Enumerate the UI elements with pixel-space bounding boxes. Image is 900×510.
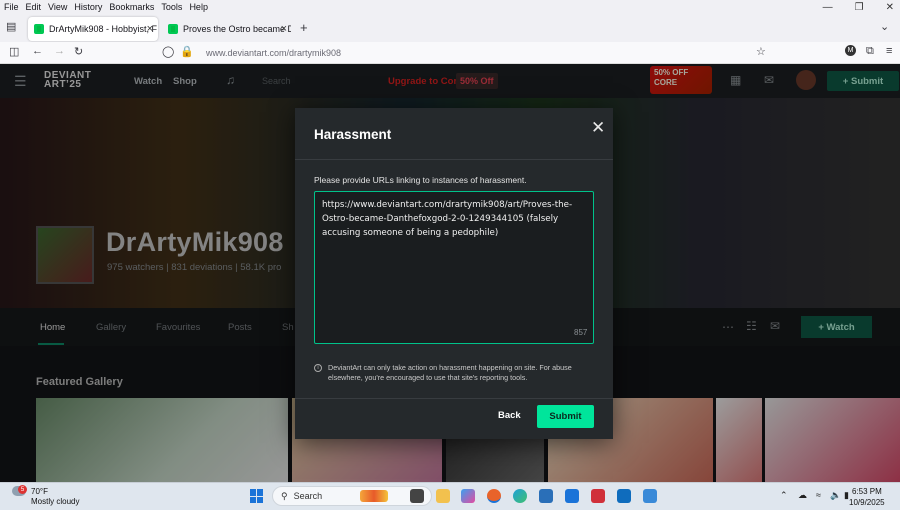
windows-start-icon[interactable]: [250, 489, 264, 503]
restore-icon[interactable]: ❐: [855, 2, 864, 13]
deviantart-favicon: [168, 24, 178, 34]
volume-icon[interactable]: 🔈: [830, 490, 841, 501]
taskbar-search-label: Search: [293, 491, 323, 501]
tab-list-icon[interactable]: ▤: [6, 20, 16, 33]
outlook-icon[interactable]: [617, 489, 631, 503]
menu-bookmarks[interactable]: Bookmarks: [109, 2, 154, 12]
chevron-down-icon[interactable]: ⌄: [880, 20, 889, 33]
store-icon[interactable]: [539, 489, 553, 503]
url-bar[interactable]: www.deviantart.com/drartymik908: [196, 44, 774, 62]
menu-file[interactable]: File: [4, 2, 19, 12]
weather-description[interactable]: Mostly cloudy: [31, 497, 79, 506]
minimize-icon[interactable]: —: [823, 2, 833, 13]
tab-close-icon[interactable]: ×: [147, 23, 153, 35]
file-explorer-icon[interactable]: [436, 489, 450, 503]
browser-menu-bar: File Edit View History Bookmarks Tools H…: [0, 0, 900, 14]
harassment-report-dialog: Harassment ✕ Please provide URLs linking…: [295, 108, 613, 439]
menu-tools[interactable]: Tools: [161, 2, 182, 12]
copilot-icon[interactable]: [461, 489, 475, 503]
tab-art[interactable]: Proves the Ostro became Danth ×: [162, 17, 292, 41]
url-text: www.deviantart.com/drartymik908: [206, 48, 342, 58]
sidebar-icon[interactable]: ◫: [9, 45, 19, 58]
info-note: DeviantArt can only take action on haras…: [328, 363, 572, 382]
onedrive-icon[interactable]: ☁: [798, 490, 807, 501]
divider: [295, 398, 613, 399]
menu-history[interactable]: History: [74, 2, 102, 12]
character-count: 857: [574, 328, 588, 337]
reload-icon[interactable]: ↻: [74, 45, 83, 58]
bookmark-star-icon[interactable]: ☆: [756, 45, 766, 58]
menu-help[interactable]: Help: [189, 2, 208, 12]
tab-title: DrArtyMik908 - Hobbyist, Filmm: [49, 24, 157, 34]
taskbar-search[interactable]: ⚲ Search: [272, 486, 432, 506]
tab-close-icon[interactable]: ×: [281, 23, 287, 35]
extensions-icon[interactable]: ⧉: [866, 45, 874, 58]
menu-icon[interactable]: ≡: [886, 45, 892, 57]
window-close-icon[interactable]: ✕: [886, 2, 894, 13]
window-controls: — ❐ ✕: [823, 0, 894, 14]
menu-view[interactable]: View: [48, 2, 67, 12]
close-icon[interactable]: ✕: [591, 118, 605, 138]
mcafee-icon[interactable]: [591, 489, 605, 503]
back-button[interactable]: Back: [498, 410, 521, 421]
submit-report-button[interactable]: Submit: [537, 405, 594, 428]
menu-edit[interactable]: Edit: [26, 2, 42, 12]
clock-date[interactable]: 10/9/2025: [849, 498, 885, 507]
task-view-icon[interactable]: [410, 489, 424, 503]
deviantart-favicon: [34, 24, 44, 34]
tab-profile[interactable]: DrArtyMik908 - Hobbyist, Filmm ×: [28, 17, 158, 41]
clock-time[interactable]: 6:53 PM: [852, 487, 882, 496]
forward-arrow-icon[interactable]: →: [54, 45, 65, 57]
firefox-icon[interactable]: [487, 489, 501, 503]
dialog-title: Harassment: [314, 127, 392, 142]
wifi-icon[interactable]: ≈: [816, 490, 821, 500]
app-icon[interactable]: [565, 489, 579, 503]
info-icon: i: [314, 364, 322, 372]
chevron-up-icon[interactable]: ⌃: [780, 490, 788, 501]
search-icon: ⚲: [281, 490, 288, 501]
search-highlight-icon: [360, 490, 389, 502]
navigation-bar: ◫ ← → ↻ ◯ 🔒 www.deviantart.com/drartymik…: [0, 42, 900, 64]
back-arrow-icon[interactable]: ←: [32, 45, 43, 57]
divider: [295, 159, 613, 160]
weather-alert-badge: 5: [18, 485, 27, 494]
tab-strip: ▤ DrArtyMik908 - Hobbyist, Filmm × Prove…: [0, 14, 900, 42]
urls-prompt-label: Please provide URLs linking to instances…: [314, 175, 527, 185]
account-avatar-icon[interactable]: M: [845, 45, 856, 56]
windows-taskbar: [0, 482, 900, 510]
weather-temperature[interactable]: 70°F: [31, 487, 48, 496]
lock-icon[interactable]: 🔒: [180, 45, 194, 58]
app-icon[interactable]: [643, 489, 657, 503]
tab-title: Proves the Ostro became Danth: [183, 24, 291, 34]
harassment-urls-textarea[interactable]: [314, 191, 594, 344]
edge-icon[interactable]: [513, 489, 527, 503]
new-tab-icon[interactable]: +: [300, 20, 308, 35]
shield-icon[interactable]: ◯: [162, 45, 174, 58]
